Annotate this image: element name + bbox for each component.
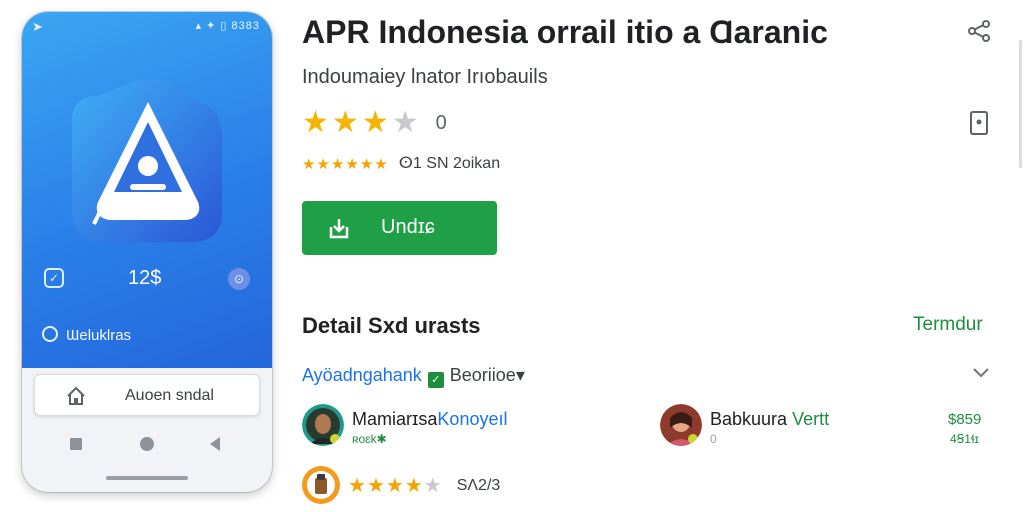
chevron-down-icon[interactable]: [972, 366, 990, 380]
rating-summary: ★★★★★★ ⵙ1 SN 2oikan: [302, 153, 500, 175]
filter-label: Ayöadngahank: [302, 365, 422, 385]
reviewer-name: MamiarɪsaKonoyeıl: [352, 409, 507, 430]
reviewer-first-name: Mamiarɪsa: [352, 409, 438, 429]
rating-stars: ★ ★ ★ ★ 0: [302, 108, 447, 138]
star-icon: ★: [366, 475, 385, 497]
price-value: $859: [948, 411, 982, 428]
phone-stats-row: ✓ 12$ ⊙: [22, 266, 272, 296]
phone-action-button[interactable]: Auoen sndal: [34, 374, 260, 416]
home-circle-icon[interactable]: [140, 437, 154, 451]
rating-meta: ⵙ1 SN 2oikan: [398, 155, 501, 172]
details-more-link[interactable]: Termdur: [913, 314, 983, 336]
avatar: [302, 466, 340, 504]
reviewer-badge: 0: [710, 432, 717, 446]
small-star-icon: ★: [374, 156, 388, 173]
small-star-icon: ★: [302, 156, 316, 173]
avatar: [302, 404, 344, 446]
star-icon: ★: [385, 475, 404, 497]
reviewer-badge: ʀoɛk✱: [352, 432, 387, 446]
recents-icon[interactable]: [70, 438, 82, 450]
reviewer-name: Babkuura Vertt: [710, 409, 829, 430]
star-icon: ★: [348, 475, 366, 497]
reviewer-last-name: Konoyeıl: [437, 409, 508, 429]
phone-count: 12$: [128, 267, 162, 289]
star-icon: ★: [331, 106, 359, 139]
star-empty-icon: ★: [391, 106, 419, 139]
phone-button-label: Auoen sndal: [125, 387, 214, 404]
phone-link-label: Ɯeluklras: [66, 327, 132, 344]
home-icon: [67, 386, 85, 405]
review-rating: ★★★★★ SΛ2/3: [348, 473, 500, 498]
small-star-icon: ★: [345, 156, 359, 173]
filter-value: Beoriioe▾: [449, 365, 525, 385]
phone-screen: ➤ ▴ ✦ ▯ 8383 ✓ 12$ ⊙ Ɯeluklras: [22, 12, 272, 368]
review-rating-value: SΛ2/3: [456, 477, 501, 494]
back-icon[interactable]: [210, 437, 220, 451]
small-star-icon: ★: [359, 156, 374, 173]
scrollbar[interactable]: [1019, 40, 1022, 168]
star-icon: ★: [302, 106, 329, 139]
bookmark-icon[interactable]: [966, 110, 992, 136]
app-logo-icon: [72, 78, 222, 242]
phone-preview: ➤ ▴ ✦ ▯ 8383 ✓ 12$ ⊙ Ɯeluklras Auoen snd…: [22, 12, 272, 492]
review-item[interactable]: Babkuura Vertt 0: [660, 404, 920, 452]
circle-check-icon: [42, 326, 58, 342]
details-heading: Detail Sxd urasts: [302, 313, 481, 338]
app-title: APR Indonesia orrail itio a Ɑaranic: [302, 14, 828, 50]
review-filter[interactable]: Ayöadngahank ✓ Beoriioe▾: [302, 365, 525, 389]
gesture-bar: [106, 476, 188, 480]
reviewer-last-name: Vertt: [792, 409, 830, 429]
info-icon[interactable]: ⊙: [228, 268, 250, 290]
price-sub-value: 4Ꞩ1ɬɪ: [950, 432, 979, 446]
star-empty-icon: ★: [423, 475, 442, 497]
app-store-page: ➤ ▴ ✦ ▯ 8383 ✓ 12$ ⊙ Ɯeluklras Auoen snd…: [0, 0, 1024, 512]
phone-nav-bar: [22, 432, 272, 462]
reviewer-first-name: Babkuura: [710, 409, 788, 429]
small-star-icon: ★: [330, 156, 345, 173]
app-developer[interactable]: Indoumaiey lnator Irıobauils: [302, 66, 548, 89]
install-label: Undɪɕ: [381, 216, 435, 238]
install-button[interactable]: Undɪɕ: [302, 201, 497, 255]
signal-arrow-icon: ➤: [32, 19, 43, 34]
rating-value: 0: [435, 112, 447, 134]
review-item[interactable]: MamiarɪsaKonoyeıl ʀoɛk✱: [302, 404, 622, 452]
status-bar: ▴ ✦ ▯ 8383: [195, 20, 260, 32]
phone-feature-link[interactable]: Ɯeluklras: [42, 326, 131, 344]
check-icon: ✓: [44, 268, 64, 288]
star-icon: ★: [361, 106, 389, 139]
checkbox-icon[interactable]: ✓: [427, 372, 444, 388]
share-icon[interactable]: [964, 16, 994, 46]
install-icon: [329, 219, 349, 239]
small-star-icon: ★: [316, 156, 330, 173]
avatar: [660, 404, 702, 446]
star-icon: ★: [404, 475, 423, 497]
